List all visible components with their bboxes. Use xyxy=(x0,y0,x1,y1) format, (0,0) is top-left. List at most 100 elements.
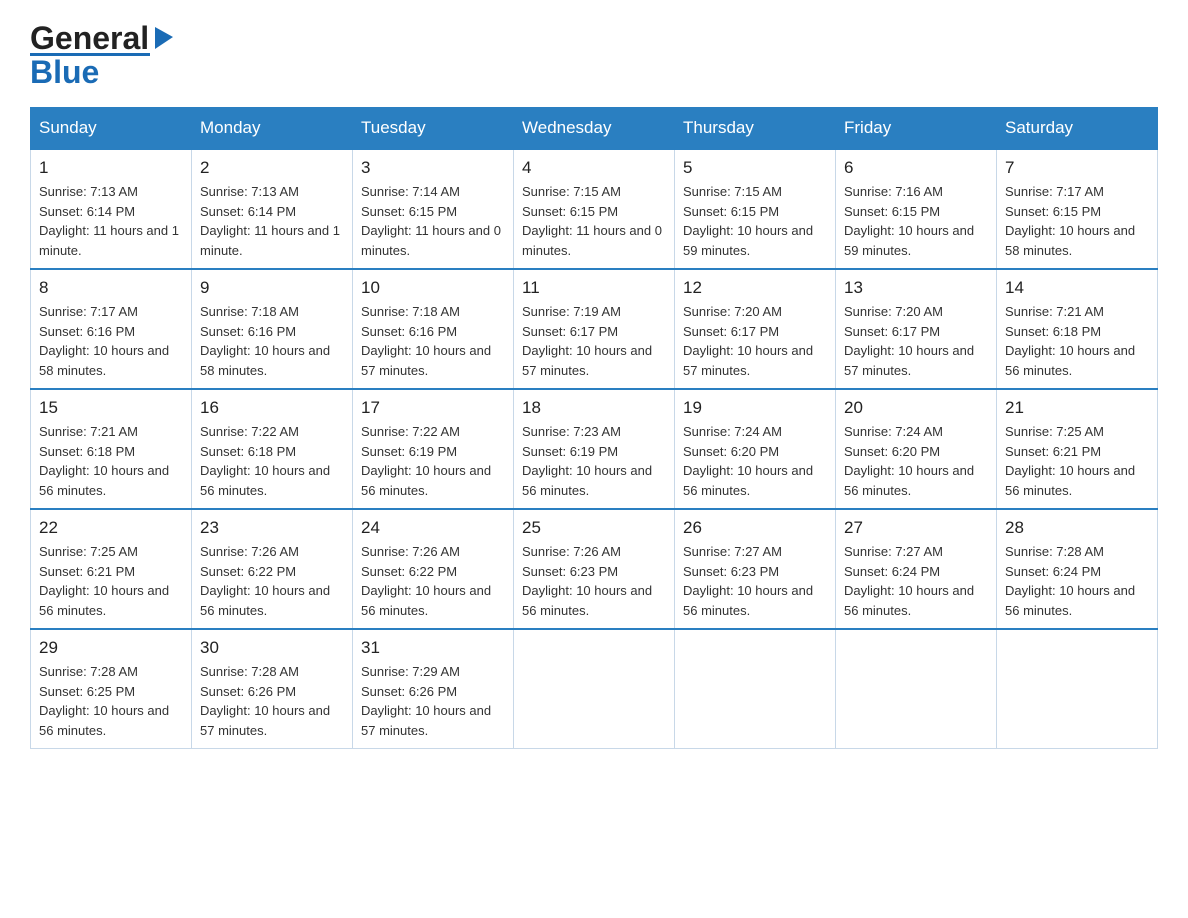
calendar-cell: 12 Sunrise: 7:20 AMSunset: 6:17 PMDayligh… xyxy=(675,269,836,389)
day-number: 1 xyxy=(39,158,183,178)
calendar-cell: 27 Sunrise: 7:27 AMSunset: 6:24 PMDayligh… xyxy=(836,509,997,629)
calendar-cell: 4 Sunrise: 7:15 AMSunset: 6:15 PMDaylight… xyxy=(514,149,675,269)
day-info: Sunrise: 7:26 AMSunset: 6:22 PMDaylight:… xyxy=(361,542,505,620)
calendar-cell: 31 Sunrise: 7:29 AMSunset: 6:26 PMDayligh… xyxy=(353,629,514,749)
calendar-header-friday: Friday xyxy=(836,108,997,150)
day-info: Sunrise: 7:13 AMSunset: 6:14 PMDaylight:… xyxy=(200,182,344,260)
day-info: Sunrise: 7:14 AMSunset: 6:15 PMDaylight:… xyxy=(361,182,505,260)
day-number: 13 xyxy=(844,278,988,298)
day-info: Sunrise: 7:19 AMSunset: 6:17 PMDaylight:… xyxy=(522,302,666,380)
day-number: 8 xyxy=(39,278,183,298)
calendar-cell: 26 Sunrise: 7:27 AMSunset: 6:23 PMDayligh… xyxy=(675,509,836,629)
calendar-cell: 19 Sunrise: 7:24 AMSunset: 6:20 PMDayligh… xyxy=(675,389,836,509)
day-info: Sunrise: 7:16 AMSunset: 6:15 PMDaylight:… xyxy=(844,182,988,260)
day-number: 24 xyxy=(361,518,505,538)
calendar-week-row: 29 Sunrise: 7:28 AMSunset: 6:25 PMDayligh… xyxy=(31,629,1158,749)
day-info: Sunrise: 7:28 AMSunset: 6:25 PMDaylight:… xyxy=(39,662,183,740)
day-info: Sunrise: 7:15 AMSunset: 6:15 PMDaylight:… xyxy=(683,182,827,260)
day-number: 11 xyxy=(522,278,666,298)
calendar-cell: 16 Sunrise: 7:22 AMSunset: 6:18 PMDayligh… xyxy=(192,389,353,509)
day-number: 26 xyxy=(683,518,827,538)
calendar-cell: 13 Sunrise: 7:20 AMSunset: 6:17 PMDayligh… xyxy=(836,269,997,389)
day-number: 27 xyxy=(844,518,988,538)
day-info: Sunrise: 7:18 AMSunset: 6:16 PMDaylight:… xyxy=(361,302,505,380)
day-info: Sunrise: 7:15 AMSunset: 6:15 PMDaylight:… xyxy=(522,182,666,260)
day-number: 19 xyxy=(683,398,827,418)
day-info: Sunrise: 7:28 AMSunset: 6:24 PMDaylight:… xyxy=(1005,542,1149,620)
day-info: Sunrise: 7:22 AMSunset: 6:19 PMDaylight:… xyxy=(361,422,505,500)
day-number: 10 xyxy=(361,278,505,298)
calendar-cell: 7 Sunrise: 7:17 AMSunset: 6:15 PMDaylight… xyxy=(997,149,1158,269)
calendar-cell: 29 Sunrise: 7:28 AMSunset: 6:25 PMDayligh… xyxy=(31,629,192,749)
calendar-header-wednesday: Wednesday xyxy=(514,108,675,150)
calendar-cell: 1Sunrise: 7:13 AMSunset: 6:14 PMDaylight… xyxy=(31,149,192,269)
day-info: Sunrise: 7:25 AMSunset: 6:21 PMDaylight:… xyxy=(39,542,183,620)
calendar-week-row: 1 Sunrise: 7:13 AMSunset: 6:14 PMDaylight… xyxy=(31,149,1158,269)
day-info: Sunrise: 7:25 AMSunset: 6:21 PMDaylight:… xyxy=(1005,422,1149,500)
day-number: 31 xyxy=(361,638,505,658)
day-number: 4 xyxy=(522,158,666,178)
day-info: Sunrise: 7:24 AMSunset: 6:20 PMDaylight:… xyxy=(683,422,827,500)
day-number: 30 xyxy=(200,638,344,658)
logo: General Blue xyxy=(30,20,177,91)
calendar-cell: 10 Sunrise: 7:18 AMSunset: 6:16 PMDayligh… xyxy=(353,269,514,389)
calendar-cell: 14Sunrise: 7:21 AMSunset: 6:18 PMDayligh… xyxy=(997,269,1158,389)
day-number: 23 xyxy=(200,518,344,538)
logo-general: General xyxy=(30,20,149,57)
calendar-header-thursday: Thursday xyxy=(675,108,836,150)
calendar-cell xyxy=(514,629,675,749)
day-info: Sunrise: 7:21 AMSunset: 6:18 PMDaylight:… xyxy=(39,422,183,500)
day-info: Sunrise: 7:22 AMSunset: 6:18 PMDaylight:… xyxy=(200,422,344,500)
calendar-cell: 24 Sunrise: 7:26 AMSunset: 6:22 PMDayligh… xyxy=(353,509,514,629)
day-info: Sunrise: 7:29 AMSunset: 6:26 PMDaylight:… xyxy=(361,662,505,740)
calendar-cell: 2 Sunrise: 7:13 AMSunset: 6:14 PMDaylight… xyxy=(192,149,353,269)
day-info: Sunrise: 7:20 AMSunset: 6:17 PMDaylight:… xyxy=(844,302,988,380)
day-info: Sunrise: 7:23 AMSunset: 6:19 PMDaylight:… xyxy=(522,422,666,500)
calendar-cell: 18 Sunrise: 7:23 AMSunset: 6:19 PMDayligh… xyxy=(514,389,675,509)
day-number: 20 xyxy=(844,398,988,418)
calendar-header-saturday: Saturday xyxy=(997,108,1158,150)
day-number: 3 xyxy=(361,158,505,178)
calendar-cell: 11 Sunrise: 7:19 AMSunset: 6:17 PMDayligh… xyxy=(514,269,675,389)
day-info: Sunrise: 7:21 AMSunset: 6:18 PMDaylight:… xyxy=(1005,302,1149,380)
day-number: 15 xyxy=(39,398,183,418)
logo-blue: Blue xyxy=(30,54,99,91)
calendar-cell: 3 Sunrise: 7:14 AMSunset: 6:15 PMDaylight… xyxy=(353,149,514,269)
day-number: 16 xyxy=(200,398,344,418)
day-info: Sunrise: 7:17 AMSunset: 6:15 PMDaylight:… xyxy=(1005,182,1149,260)
calendar-cell: 8 Sunrise: 7:17 AMSunset: 6:16 PMDaylight… xyxy=(31,269,192,389)
calendar-header-sunday: Sunday xyxy=(31,108,192,150)
calendar-cell: 23 Sunrise: 7:26 AMSunset: 6:22 PMDayligh… xyxy=(192,509,353,629)
calendar-cell: 17Sunrise: 7:22 AMSunset: 6:19 PMDayligh… xyxy=(353,389,514,509)
day-number: 29 xyxy=(39,638,183,658)
day-number: 2 xyxy=(200,158,344,178)
calendar-table: SundayMondayTuesdayWednesdayThursdayFrid… xyxy=(30,107,1158,749)
day-info: Sunrise: 7:26 AMSunset: 6:23 PMDaylight:… xyxy=(522,542,666,620)
day-info: Sunrise: 7:20 AMSunset: 6:17 PMDaylight:… xyxy=(683,302,827,380)
calendar-cell: 6Sunrise: 7:16 AMSunset: 6:15 PMDaylight… xyxy=(836,149,997,269)
calendar-header-monday: Monday xyxy=(192,108,353,150)
calendar-cell: 5Sunrise: 7:15 AMSunset: 6:15 PMDaylight… xyxy=(675,149,836,269)
calendar-week-row: 8 Sunrise: 7:17 AMSunset: 6:16 PMDaylight… xyxy=(31,269,1158,389)
day-info: Sunrise: 7:17 AMSunset: 6:16 PMDaylight:… xyxy=(39,302,183,380)
calendar-header-row: SundayMondayTuesdayWednesdayThursdayFrid… xyxy=(31,108,1158,150)
calendar-cell: 20Sunrise: 7:24 AMSunset: 6:20 PMDayligh… xyxy=(836,389,997,509)
calendar-cell xyxy=(675,629,836,749)
calendar-cell: 30 Sunrise: 7:28 AMSunset: 6:26 PMDayligh… xyxy=(192,629,353,749)
day-number: 25 xyxy=(522,518,666,538)
calendar-cell xyxy=(997,629,1158,749)
calendar-cell: 9Sunrise: 7:18 AMSunset: 6:16 PMDaylight… xyxy=(192,269,353,389)
calendar-cell: 15 Sunrise: 7:21 AMSunset: 6:18 PMDayligh… xyxy=(31,389,192,509)
day-info: Sunrise: 7:27 AMSunset: 6:23 PMDaylight:… xyxy=(683,542,827,620)
day-info: Sunrise: 7:27 AMSunset: 6:24 PMDaylight:… xyxy=(844,542,988,620)
day-number: 18 xyxy=(522,398,666,418)
day-info: Sunrise: 7:26 AMSunset: 6:22 PMDaylight:… xyxy=(200,542,344,620)
page-header: General Blue xyxy=(30,20,1158,91)
day-number: 7 xyxy=(1005,158,1149,178)
calendar-cell: 22 Sunrise: 7:25 AMSunset: 6:21 PMDayligh… xyxy=(31,509,192,629)
calendar-week-row: 22 Sunrise: 7:25 AMSunset: 6:21 PMDayligh… xyxy=(31,509,1158,629)
day-number: 22 xyxy=(39,518,183,538)
day-number: 12 xyxy=(683,278,827,298)
day-info: Sunrise: 7:28 AMSunset: 6:26 PMDaylight:… xyxy=(200,662,344,740)
calendar-week-row: 15 Sunrise: 7:21 AMSunset: 6:18 PMDayligh… xyxy=(31,389,1158,509)
